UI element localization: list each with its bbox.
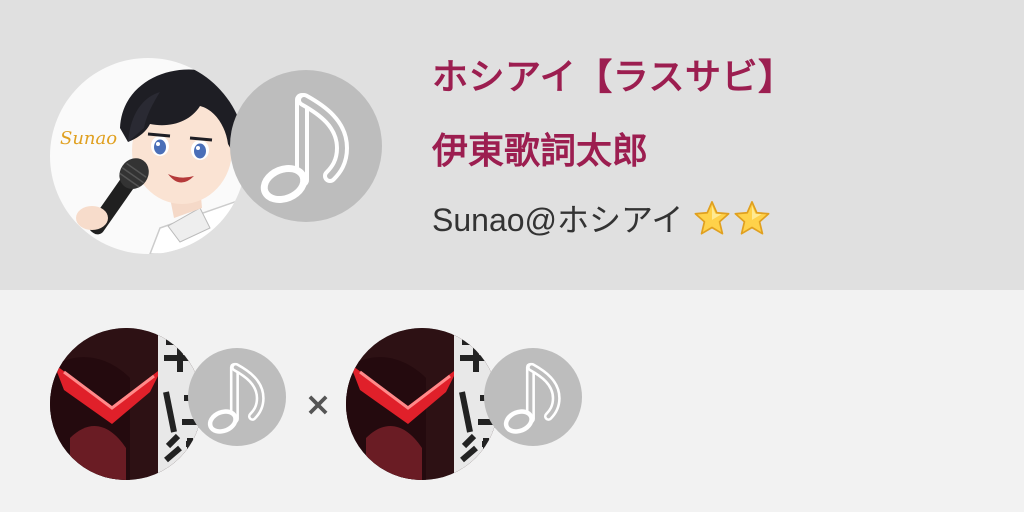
duet-partner-avatar[interactable] — [346, 328, 498, 480]
user-info: Sunao@ホシアイ — [432, 196, 771, 240]
avatar-signature: Sunao — [60, 128, 117, 149]
user-avatar[interactable]: Sunao — [50, 58, 246, 254]
music-note-icon — [188, 348, 286, 446]
song-title: ホシアイ【ラスサビ】 — [432, 57, 795, 98]
star-icon — [733, 199, 771, 237]
song-artist: 伊東歌詞太郎 — [432, 131, 649, 172]
duet-separator: × — [304, 385, 332, 423]
star-icon — [693, 199, 731, 237]
duet-partner-avatar[interactable] — [50, 328, 202, 480]
rank-stars — [693, 199, 771, 237]
user-name[interactable]: Sunao@ホシアイ — [432, 195, 683, 241]
music-note-icon — [484, 348, 582, 446]
music-note-icon — [230, 70, 382, 222]
